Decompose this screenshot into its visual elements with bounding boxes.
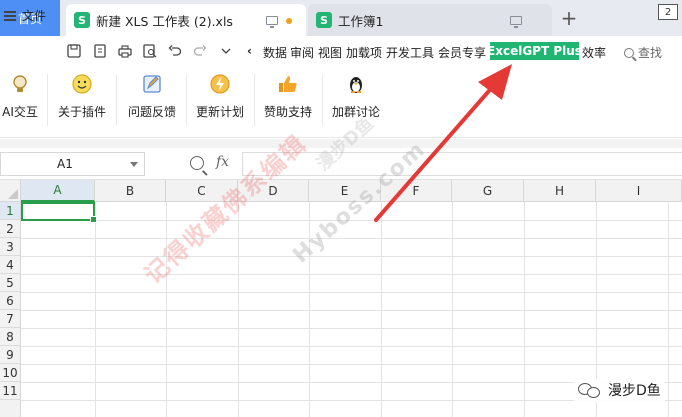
column-header[interactable]: H — [524, 180, 596, 202]
tab-title: 新建 XLS 工作表 (2).xls — [96, 13, 233, 29]
ribbon-divider — [254, 74, 255, 126]
grid-line — [21, 274, 682, 275]
lightbulb-icon — [8, 72, 32, 96]
row-header[interactable]: 3 — [0, 238, 21, 256]
column-header[interactable]: A — [21, 180, 95, 202]
grid-line — [21, 256, 682, 257]
redo-icon[interactable] — [192, 43, 208, 59]
brand-text: 漫步D鱼 — [608, 383, 661, 399]
ribbon-label: 问题反馈 — [127, 105, 176, 119]
monitor-icon[interactable] — [266, 16, 278, 28]
penguin-icon — [344, 72, 368, 96]
customize-toolbar-icon[interactable] — [218, 43, 234, 59]
search-icon — [624, 47, 634, 58]
zoom-icon[interactable] — [190, 156, 204, 170]
ai-chat-button[interactable]: AI交互 — [0, 72, 40, 120]
column-header[interactable]: I — [596, 180, 682, 202]
spreadsheet-icon: S — [316, 12, 332, 28]
window-switch-button[interactable]: 2 — [658, 4, 678, 20]
edit-icon — [140, 72, 164, 96]
column-header[interactable]: B — [95, 180, 166, 202]
thumbs-up-icon — [276, 72, 300, 96]
ribbon-label: 更新计划 — [195, 105, 244, 119]
chevron-down-icon[interactable] — [130, 162, 138, 167]
export-pdf-icon[interactable] — [92, 43, 108, 59]
search-button[interactable]: 查找 — [624, 44, 662, 61]
active-cell-a1[interactable] — [21, 202, 97, 223]
update-plan-button[interactable]: 更新计划 — [194, 72, 246, 120]
monitor-icon[interactable] — [510, 16, 522, 28]
brand-badge: 漫步D鱼 — [574, 378, 665, 402]
menu-item-view[interactable]: 视图 — [318, 44, 342, 61]
sponsor-button[interactable]: 赞助支持 — [262, 72, 314, 120]
row-header[interactable]: 7 — [0, 310, 21, 328]
about-plugin-button[interactable]: 关于插件 — [56, 72, 108, 120]
grid-line — [21, 328, 682, 329]
lightning-icon — [208, 72, 232, 96]
name-box[interactable]: A1 — [0, 152, 145, 176]
grid-line — [21, 346, 682, 347]
tab-workbook[interactable]: S 工作簿1 — [308, 4, 552, 36]
grid-line — [21, 292, 682, 293]
function-icon[interactable]: fx — [216, 154, 229, 170]
file-menu-label: 文件 — [22, 9, 47, 23]
row-header[interactable]: 9 — [0, 346, 21, 364]
unsaved-dot-icon — [286, 18, 292, 24]
grid-line — [21, 238, 682, 239]
tab-bar: 首页 S 新建 XLS 工作表 (2).xls S 工作簿1 + 2 — [0, 0, 682, 36]
search-label: 查找 — [638, 46, 663, 60]
formula-input[interactable] — [242, 152, 682, 176]
tab-active-document[interactable]: S 新建 XLS 工作表 (2).xls — [66, 4, 306, 36]
ribbon-label: AI交互 — [2, 105, 38, 119]
cell-reference: A1 — [57, 157, 73, 171]
grid-line — [21, 364, 682, 365]
menu-item-review[interactable]: 审阅 — [290, 44, 314, 61]
select-all-corner[interactable] — [0, 180, 21, 202]
menu-item-addins[interactable]: 加载项 — [346, 44, 382, 61]
ribbon-divider — [47, 74, 48, 126]
spreadsheet-icon: S — [74, 12, 90, 28]
join-group-button[interactable]: 加群讨论 — [330, 72, 382, 120]
ribbon-divider — [186, 74, 187, 126]
menu-scroll-left-button[interactable]: ‹ — [247, 44, 252, 58]
tab-title: 工作簿1 — [338, 13, 384, 29]
row-header[interactable]: 8 — [0, 328, 21, 346]
menu-item-developer[interactable]: 开发工具 — [386, 44, 434, 61]
row-header[interactable]: 10 — [0, 364, 21, 382]
grid-line — [21, 310, 682, 311]
row-header[interactable]: 4 — [0, 256, 21, 274]
row-header[interactable]: 2 — [0, 220, 21, 238]
column-header[interactable]: G — [452, 180, 524, 202]
menu-item-member[interactable]: 会员专享 — [438, 44, 486, 61]
menu-item-data[interactable]: 数据 — [263, 44, 287, 61]
ribbon-divider — [116, 74, 117, 126]
ribbon-label: 关于插件 — [57, 105, 106, 119]
wechat-icon — [578, 381, 602, 399]
row-header[interactable] — [0, 400, 21, 417]
ribbon-label: 赞助支持 — [263, 105, 312, 119]
print-icon[interactable] — [117, 43, 133, 59]
undo-icon[interactable] — [167, 43, 183, 59]
menu-item-efficiency[interactable]: 效率 — [582, 44, 606, 61]
row-header[interactable]: 1 — [0, 202, 21, 220]
feedback-button[interactable]: 问题反馈 — [126, 72, 178, 120]
row-header[interactable]: 5 — [0, 274, 21, 292]
save-icon[interactable] — [66, 43, 82, 59]
new-tab-button[interactable]: + — [558, 6, 580, 30]
menu-item-excelgpt-plus[interactable]: ExcelGPT Plus — [487, 42, 582, 60]
hamburger-icon — [4, 10, 16, 21]
ribbon-divider — [322, 74, 323, 126]
smiley-icon — [70, 72, 94, 96]
file-menu[interactable]: 文件 — [4, 7, 46, 24]
print-preview-icon[interactable] — [142, 43, 158, 59]
row-header[interactable]: 11 — [0, 382, 21, 400]
row-header[interactable]: 6 — [0, 292, 21, 310]
